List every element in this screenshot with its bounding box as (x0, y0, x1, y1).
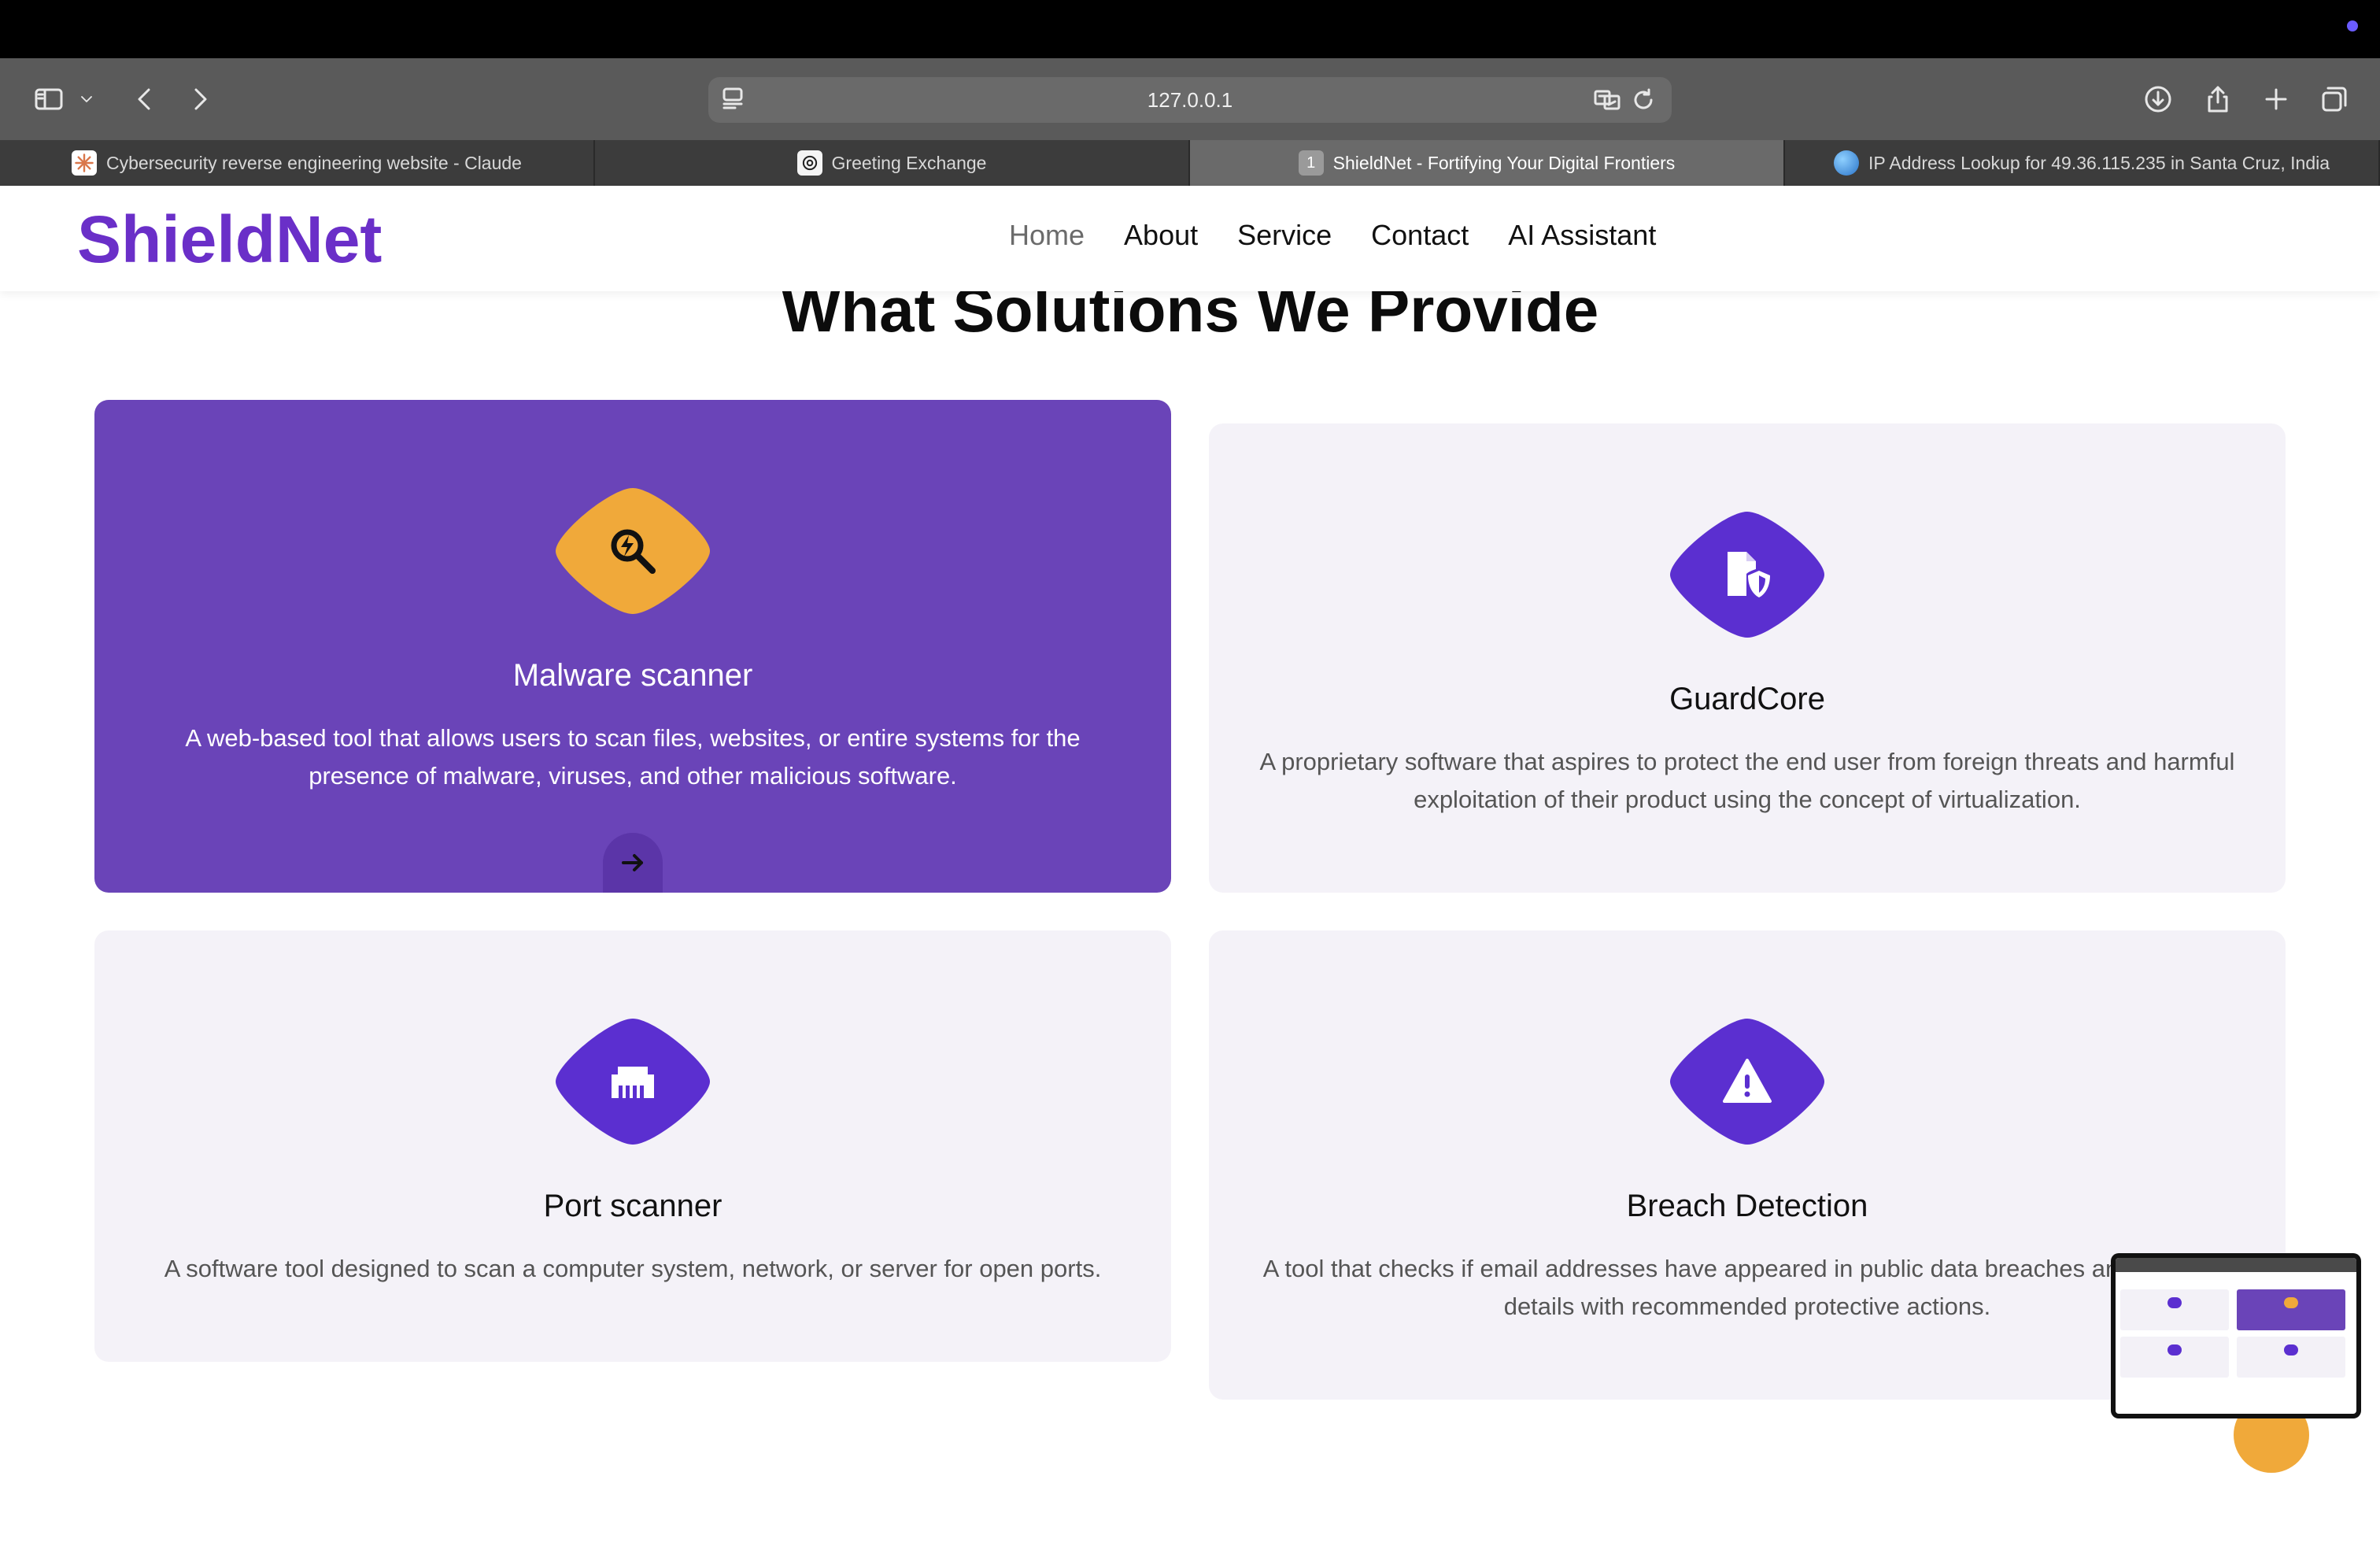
browser-tab-strip: Cybersecurity reverse engineering websit… (0, 140, 2380, 186)
thumbnail-card (2120, 1337, 2229, 1378)
share-icon[interactable] (2197, 79, 2238, 120)
card-description: A software tool designed to scan a compu… (164, 1255, 1102, 1282)
file-shield-icon (1728, 552, 1770, 597)
site-logo[interactable]: ShieldNet (77, 202, 382, 278)
reload-icon[interactable] (1629, 86, 1661, 117)
tab-title: IP Address Lookup for 49.36.115.235 in S… (1868, 152, 2330, 173)
malware-search-icon (611, 529, 656, 574)
card-icon-badge (1667, 509, 1828, 641)
url-text: 127.0.0.1 (1147, 88, 1233, 112)
system-menu-bar (0, 0, 2380, 58)
tab-overview-icon[interactable] (2314, 79, 2355, 120)
browser-tab-active[interactable]: 1 ShieldNet - Fortifying Your Digital Fr… (1190, 140, 1785, 186)
tab-title: Greeting Exchange (831, 152, 987, 173)
browser-tab[interactable]: IP Address Lookup for 49.36.115.235 in S… (1785, 140, 2380, 186)
service-card-malware-scanner[interactable]: Malware scanner A web-based tool that al… (94, 400, 1171, 893)
translate-icon[interactable] (1593, 86, 1624, 117)
card-description: A proprietary software that aspires to p… (1259, 748, 2235, 813)
service-card-guardcore[interactable]: GuardCore A proprietary software that as… (1209, 423, 2286, 893)
back-arrow-icon[interactable] (124, 79, 165, 120)
screenshot-preview-thumbnail[interactable] (2111, 1253, 2361, 1418)
globe-icon (1833, 150, 1859, 176)
card-icon-badge (552, 1015, 713, 1148)
sidebar-toggle-icon[interactable] (28, 79, 69, 120)
thumbnail-content (2116, 1258, 2356, 1414)
new-tab-plus-icon[interactable] (2256, 79, 2297, 120)
card-description: A tool that checks if email addresses ha… (1262, 1255, 2232, 1320)
card-arrow-button[interactable] (603, 833, 663, 893)
tab-title: ShieldNet - Fortifying Your Digital Fron… (1332, 152, 1676, 173)
status-indicator-dot (2347, 20, 2358, 31)
thumbnail-toolbar (2116, 1258, 2356, 1272)
arrow-right-icon (622, 854, 643, 871)
tab-number-icon: 1 (1298, 150, 1324, 176)
card-icon-badge (1667, 1015, 1828, 1148)
nav-home[interactable]: Home (1009, 219, 1085, 252)
ethernet-port-icon (612, 1067, 654, 1098)
nav-ai-assistant[interactable]: AI Assistant (1508, 219, 1656, 252)
thumbnail-card (2120, 1289, 2229, 1330)
card-title: Port scanner (543, 1189, 722, 1223)
card-title: GuardCore (1669, 682, 1825, 716)
claude-icon (72, 150, 97, 176)
thumbnail-card (2237, 1337, 2345, 1378)
service-card-port-scanner[interactable]: Port scanner A software tool designed to… (94, 930, 1171, 1362)
browser-toolbar: 127.0.0.1 (0, 58, 2380, 140)
browser-tab[interactable]: Greeting Exchange (595, 140, 1190, 186)
forward-arrow-icon[interactable] (179, 79, 220, 120)
chatgpt-icon (796, 150, 822, 176)
downloads-icon[interactable] (2138, 79, 2179, 120)
nav-about[interactable]: About (1124, 219, 1198, 252)
tab-title: Cybersecurity reverse engineering websit… (106, 152, 522, 173)
nav-contact[interactable]: Contact (1371, 219, 1469, 252)
thumbnail-card (2237, 1289, 2345, 1330)
card-icon-badge (552, 485, 713, 617)
warning-triangle-icon (1723, 1059, 1772, 1103)
card-title: Malware scanner (512, 658, 753, 693)
site-header: ShieldNet Home About Service Contact AI … (0, 186, 2380, 291)
main-nav: Home About Service Contact AI Assistant (1009, 219, 1656, 252)
card-title: Breach Detection (1626, 1189, 1868, 1223)
card-description: A web-based tool that allows users to sc… (185, 724, 1081, 790)
chevron-down-icon[interactable] (72, 79, 101, 120)
address-bar[interactable]: 127.0.0.1 (708, 77, 1672, 123)
browser-tab[interactable]: Cybersecurity reverse engineering websit… (0, 140, 595, 186)
nav-service[interactable]: Service (1237, 219, 1332, 252)
